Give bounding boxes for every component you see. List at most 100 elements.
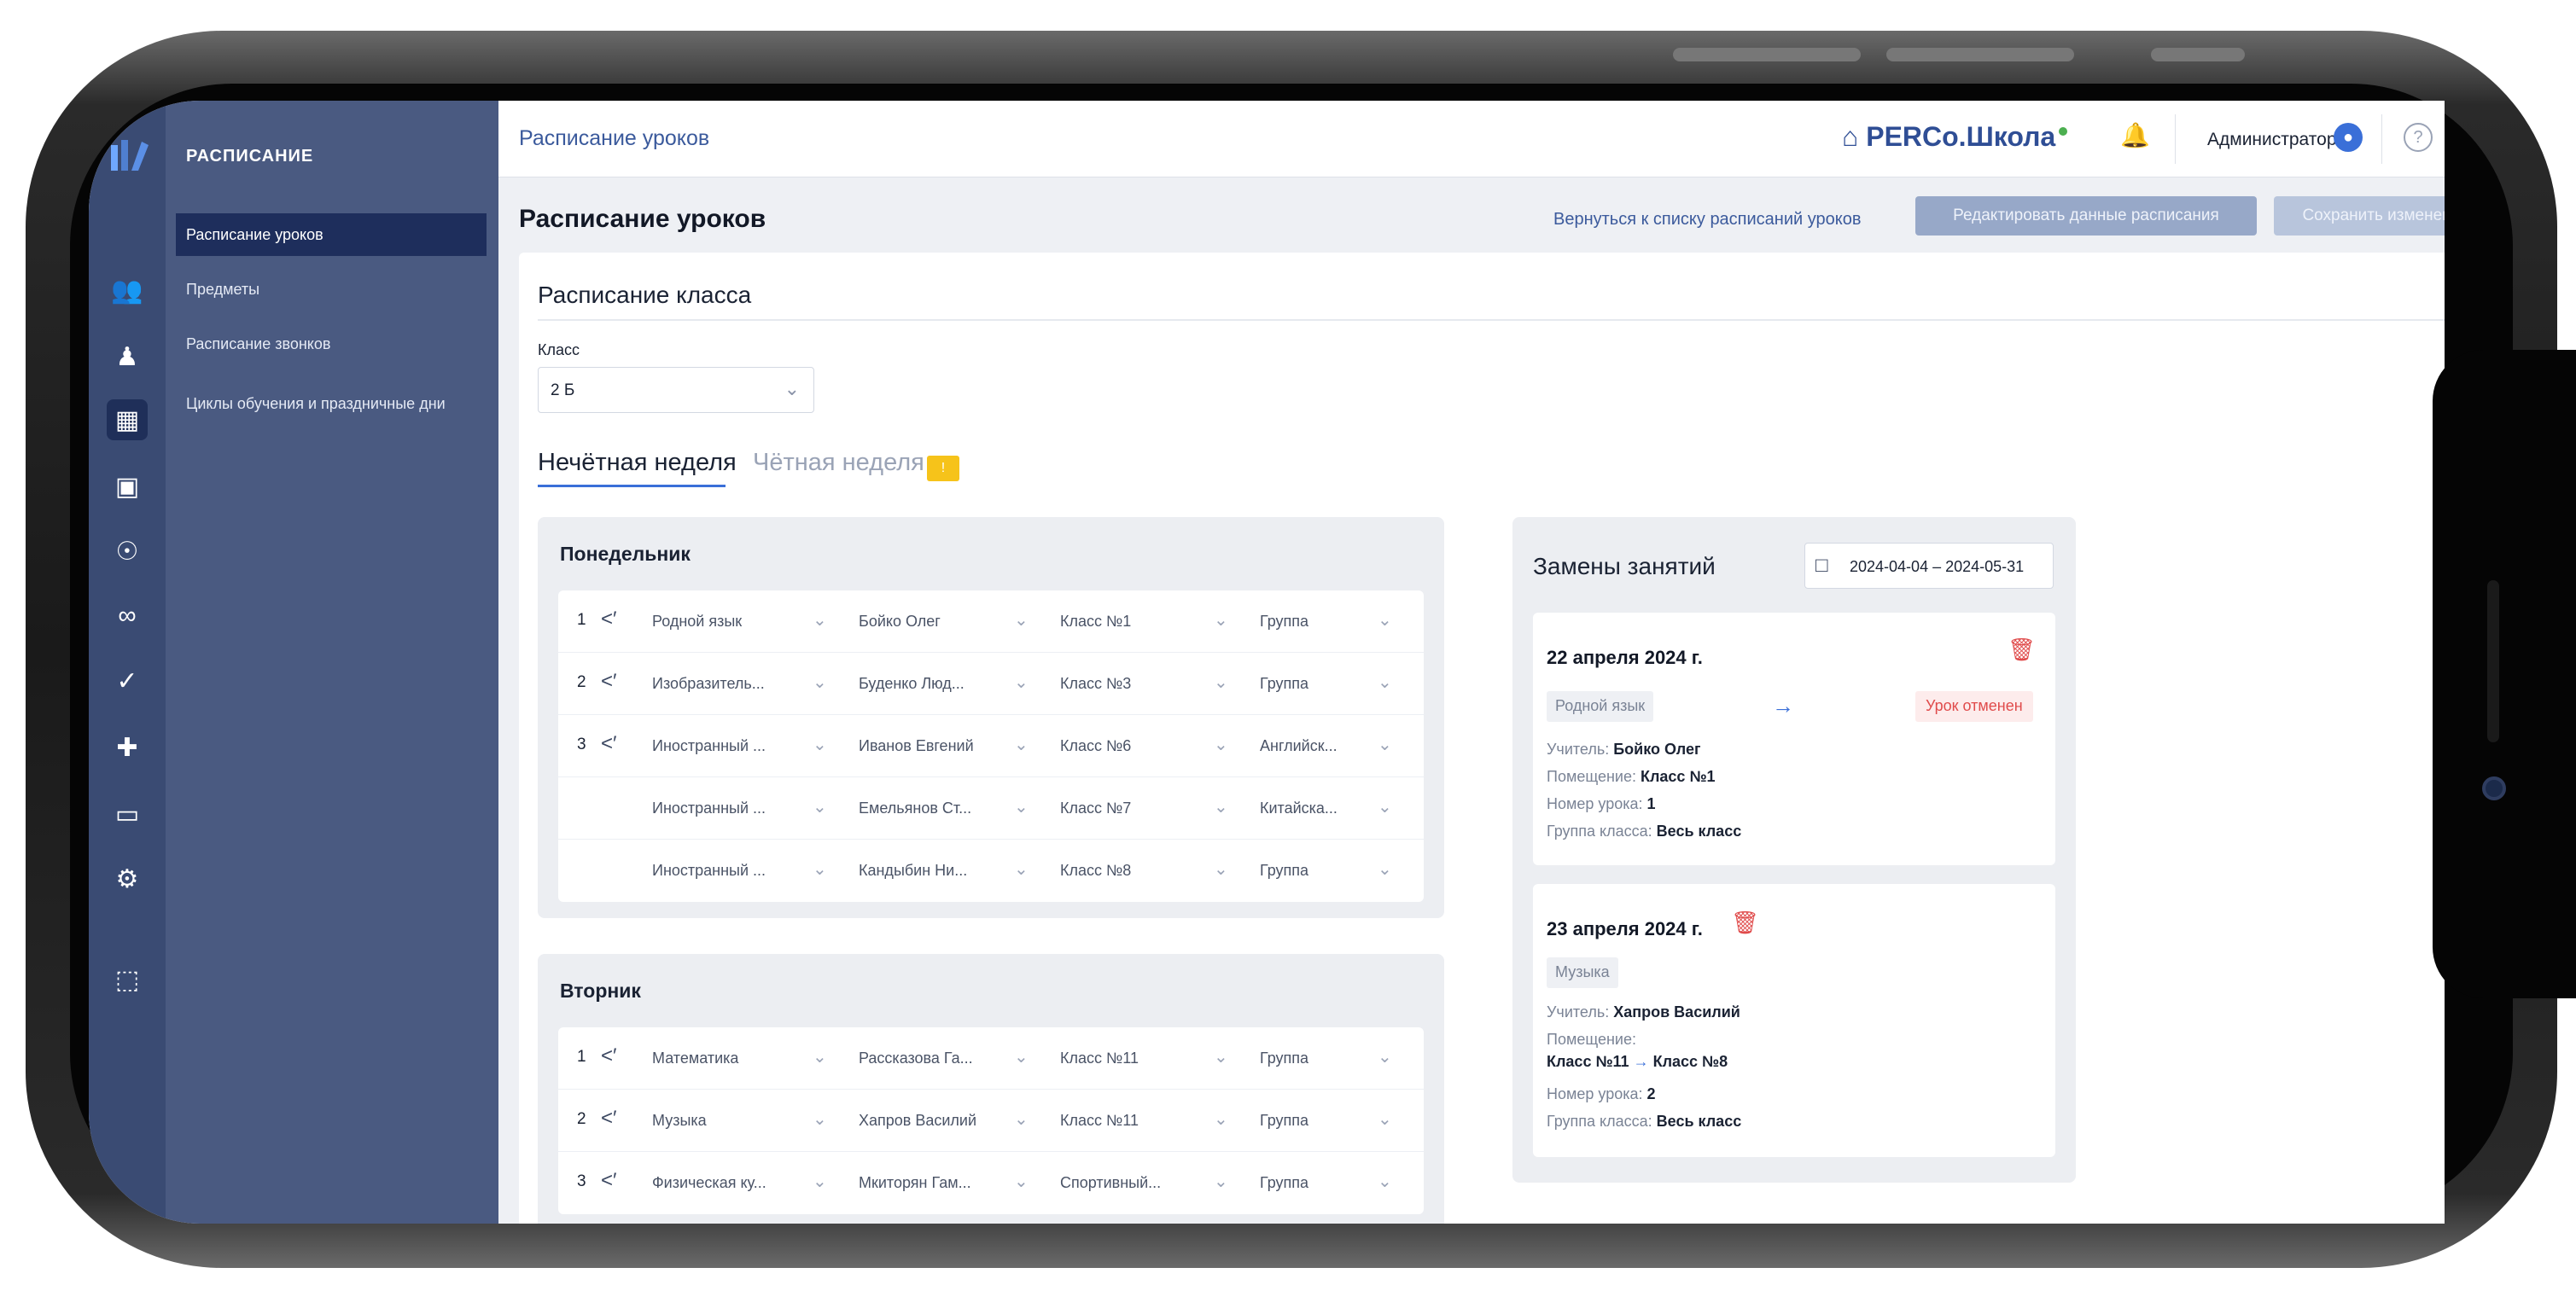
- subject-select[interactable]: Изобразитель...: [652, 675, 765, 693]
- chevron-down-icon: ⌄: [1378, 611, 1392, 630]
- room-select[interactable]: Спортивный...: [1060, 1174, 1161, 1192]
- divider: [2381, 114, 2382, 164]
- lesson-row: 2 <′ Музыка ⌄ Хапров Василий ⌄ Класс №11…: [558, 1090, 1424, 1152]
- sidebar-item-study-cycles[interactable]: Циклы обучения и праздничные дни: [176, 382, 458, 425]
- subject-select[interactable]: Физическая ку...: [652, 1174, 766, 1192]
- lesson-list: 1 <′ Родной язык ⌄ Бойко Олег ⌄ Класс №1…: [558, 590, 1424, 902]
- bell-icon[interactable]: 🔔: [2120, 121, 2151, 155]
- tab-even-week[interactable]: Чётная неделя: [753, 449, 924, 477]
- teacher-select[interactable]: Хапров Василий: [859, 1112, 976, 1130]
- group-select[interactable]: Группа: [1260, 675, 1308, 693]
- user-name[interactable]: Администратор: [2207, 130, 2337, 150]
- room-change-line: Класс №11 → Класс №8: [1547, 1053, 1728, 1071]
- breadcrumb[interactable]: Расписание уроков: [519, 126, 709, 151]
- monitor-user-icon[interactable]: ▭: [107, 794, 148, 834]
- lesson-row: 3 <′ Иностранный ... ⌄ Иванов Евгений ⌄ …: [558, 715, 1424, 777]
- subject-select[interactable]: Математика: [652, 1050, 738, 1067]
- share-icon[interactable]: <′: [601, 608, 617, 631]
- sidebar-item-subjects[interactable]: Предметы: [176, 268, 487, 311]
- room-label: Помещение:: [1547, 1031, 1636, 1048]
- teacher-select[interactable]: Буденко Люд...: [859, 675, 965, 693]
- teacher-select[interactable]: Мкиторян Гам...: [859, 1174, 971, 1192]
- room-select[interactable]: Класс №6: [1060, 737, 1131, 755]
- day-block-tuesday: Вторник 1 <′ Математика ⌄ Рассказова Га.…: [538, 954, 1444, 1224]
- chevron-down-icon: ⌄: [784, 378, 800, 399]
- edit-schedule-button[interactable]: Редактировать данные расписания: [1915, 196, 2257, 236]
- lesson-row: 2 <′ Изобразитель... ⌄ Буденко Люд... ⌄ …: [558, 653, 1424, 715]
- help-icon[interactable]: ?: [2404, 123, 2433, 152]
- group-line: Группа класса: Весь класс: [1547, 1113, 1741, 1131]
- class-select[interactable]: 2 Б ⌄: [538, 367, 814, 413]
- people-icon[interactable]: 👥: [107, 270, 148, 311]
- app-screen: 👥 ♟ ▦ ▣ ☉ ∞ ✓ ✚ ▭ ⚙ ⬚ РАСПИСАНИЕ Расписа…: [89, 101, 2445, 1224]
- lesson-line: Номер урока: 2: [1547, 1085, 1656, 1103]
- save-changes-button[interactable]: Сохранить изменения: [2274, 196, 2445, 236]
- group-select[interactable]: Китайска...: [1260, 800, 1338, 817]
- teacher-select[interactable]: Рассказова Га...: [859, 1050, 973, 1067]
- chevron-down-icon: ⌄: [1214, 611, 1228, 630]
- back-to-list-link[interactable]: Вернуться к списку расписаний уроков: [1553, 210, 1862, 230]
- gear-icon[interactable]: ⚙: [107, 858, 148, 899]
- main-content: Расписание уроков ⌂ PERCo.Школа 🔔 Админи…: [498, 101, 2445, 1224]
- room-line: Помещение: Класс №1: [1547, 768, 1716, 786]
- room-select[interactable]: Класс №7: [1060, 800, 1131, 817]
- lesson-number: 2: [577, 673, 586, 691]
- perco-logo-icon: [111, 140, 149, 171]
- users-group-icon[interactable]: ♟: [107, 336, 148, 377]
- subject-select[interactable]: Музыка: [652, 1112, 707, 1130]
- share-icon[interactable]: <′: [601, 1044, 617, 1068]
- lesson-row: 1 <′ Математика ⌄ Рассказова Га... ⌄ Кла…: [558, 1027, 1424, 1090]
- badge-add-icon[interactable]: ✚: [107, 727, 148, 768]
- user-avatar-icon[interactable]: ●: [2334, 123, 2363, 152]
- room-select[interactable]: Класс №8: [1060, 862, 1131, 880]
- badge-icon[interactable]: ▣: [107, 466, 148, 507]
- room-select[interactable]: Класс №1: [1060, 613, 1131, 631]
- location-icon[interactable]: ☉: [107, 531, 148, 572]
- share-icon[interactable]: <′: [601, 1107, 617, 1131]
- chevron-down-icon: ⌄: [1378, 798, 1392, 817]
- calendar-icon[interactable]: ▦: [107, 399, 148, 440]
- chevron-down-icon: ⌄: [1214, 736, 1228, 754]
- user-check-icon[interactable]: ✓: [107, 660, 148, 701]
- teacher-select[interactable]: Емельянов Ст...: [859, 800, 971, 817]
- group-value: Весь класс: [1656, 823, 1742, 840]
- sidebar-item-bell-schedule[interactable]: Расписание звонков: [176, 323, 487, 365]
- group-select[interactable]: Группа: [1260, 1112, 1308, 1130]
- share-icon[interactable]: <′: [601, 670, 617, 694]
- page-title: Расписание уроков: [519, 205, 766, 233]
- group-select[interactable]: Группа: [1260, 1050, 1308, 1067]
- subject-select[interactable]: Иностранный ...: [652, 862, 766, 880]
- code-icon[interactable]: ⬚: [107, 959, 148, 1000]
- group-select[interactable]: Группа: [1260, 862, 1308, 880]
- speaker-grille: [2487, 580, 2499, 742]
- chevron-down-icon: ⌄: [1214, 673, 1228, 692]
- trash-icon[interactable]: 🗑: [1731, 910, 1759, 936]
- lesson-row: 3 <′ Физическая ку... ⌄ Мкиторян Гам... …: [558, 1152, 1424, 1214]
- subject-select[interactable]: Иностранный ...: [652, 737, 766, 755]
- subject-select[interactable]: Иностранный ...: [652, 800, 766, 817]
- subject-select[interactable]: Родной язык: [652, 613, 742, 631]
- chevron-down-icon: ⌄: [813, 1172, 827, 1191]
- tab-odd-week[interactable]: Нечётная неделя: [538, 449, 737, 477]
- date-range-value: 2024-04-04 – 2024-05-31: [1850, 558, 2025, 575]
- group-select[interactable]: Группа: [1260, 1174, 1308, 1192]
- class-select-value: 2 Б: [551, 381, 575, 399]
- room-select[interactable]: Класс №11: [1060, 1112, 1139, 1130]
- trash-icon[interactable]: 🗑: [2008, 637, 2036, 663]
- sidebar-item-lesson-schedule[interactable]: Расписание уроков: [176, 213, 487, 256]
- teacher-select[interactable]: Иванов Евгений: [859, 737, 974, 755]
- card-title: Расписание класса: [538, 282, 752, 308]
- room-select[interactable]: Класс №3: [1060, 675, 1131, 693]
- teacher-select[interactable]: Бойко Олег: [859, 613, 941, 631]
- date-range-picker[interactable]: □ 2024-04-04 – 2024-05-31: [1804, 543, 2054, 589]
- chevron-down-icon: ⌄: [813, 736, 827, 754]
- share-icon[interactable]: <′: [601, 1169, 617, 1193]
- chevron-down-icon: ⌄: [813, 673, 827, 692]
- room-select[interactable]: Класс №11: [1060, 1050, 1139, 1067]
- link-icon[interactable]: ∞: [107, 596, 148, 637]
- group-select[interactable]: Английск...: [1260, 737, 1338, 755]
- group-select[interactable]: Группа: [1260, 613, 1308, 631]
- share-icon[interactable]: <′: [601, 732, 617, 756]
- brand-name: PERCo.Школа: [1866, 121, 2056, 152]
- teacher-select[interactable]: Кандыбин Ни...: [859, 862, 967, 880]
